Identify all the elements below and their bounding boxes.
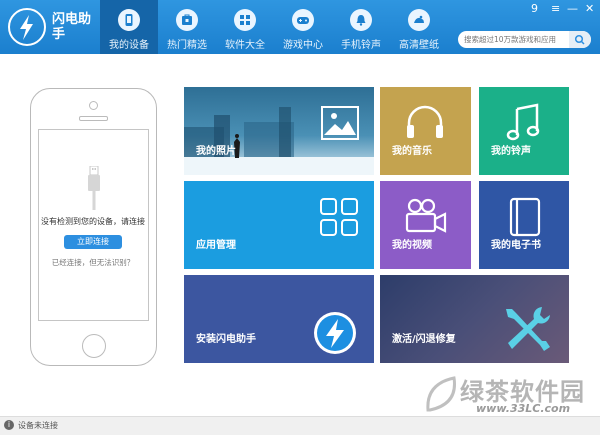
- tile-label: 激活/闪退修复: [392, 334, 456, 345]
- tile-label: 我的照片: [196, 146, 236, 157]
- music-note-icon: [506, 103, 540, 141]
- app-logo-text: 闪电助手: [52, 12, 92, 42]
- badge-count[interactable]: 9: [531, 2, 538, 15]
- nav-label: 游戏中心: [283, 40, 323, 51]
- connect-now-button[interactable]: 立即连接: [64, 235, 122, 249]
- image-icon: [321, 106, 359, 140]
- tile-install-assistant[interactable]: 安装闪电助手: [184, 275, 374, 363]
- wrench-screwdriver-icon: [506, 307, 550, 351]
- search-icon: [574, 34, 585, 45]
- no-device-message: 没有检测到您的设备，请连接: [41, 217, 145, 226]
- tile-my-ebooks[interactable]: 我的电子书: [479, 181, 569, 269]
- wallpaper-icon: [408, 9, 430, 31]
- cannot-recognize-link[interactable]: 已经连接，但无法识别？: [39, 257, 147, 268]
- tile-app-manager[interactable]: 应用管理: [184, 181, 374, 269]
- apps-grid-icon: [320, 198, 358, 236]
- phone-screen: 没有检测到您的设备，请连接 立即连接 已经连接，但无法识别？: [38, 129, 149, 321]
- nav-label: 手机铃声: [341, 40, 381, 51]
- close-button[interactable]: ✕: [585, 2, 594, 15]
- tile-my-music[interactable]: 我的音乐: [380, 87, 471, 175]
- status-bar: i 设备未连接: [0, 416, 600, 435]
- top-bar: 闪电助手 我的设备 热门精选 软件大全 游戏中心 手机铃声 高清壁纸 9 ≡ —…: [0, 0, 600, 54]
- device-phone-illustration: 没有检测到您的设备，请连接 立即连接 已经连接，但无法识别？: [30, 88, 157, 366]
- info-icon: i: [4, 420, 14, 430]
- app-logo: 闪电助手: [8, 8, 98, 48]
- phone-icon: [118, 9, 140, 31]
- leaf-logo-icon: [426, 376, 456, 412]
- nav-label: 我的设备: [109, 40, 149, 51]
- gamepad-icon: [292, 9, 314, 31]
- tile-activation-repair[interactable]: 激活/闪退修复: [380, 275, 569, 363]
- minimize-button[interactable]: —: [567, 2, 578, 15]
- tile-my-ringtones[interactable]: 我的铃声: [479, 87, 569, 175]
- nav-hot-picks[interactable]: 热门精选: [158, 0, 216, 54]
- nav-ringtones[interactable]: 手机铃声: [332, 0, 390, 54]
- search-box: [458, 31, 591, 48]
- nav-label: 软件大全: [225, 40, 265, 51]
- bell-icon: [350, 9, 372, 31]
- search-button[interactable]: [569, 31, 591, 48]
- usb-cable-icon: [88, 166, 100, 210]
- nav-label: 高清壁纸: [399, 40, 439, 51]
- menu-button[interactable]: ≡: [551, 2, 560, 15]
- tile-label: 我的视频: [392, 240, 432, 251]
- tile-my-videos[interactable]: 我的视频: [380, 181, 471, 269]
- phone-camera: [89, 101, 98, 110]
- main-nav: 我的设备 热门精选 软件大全 游戏中心 手机铃声 高清壁纸: [100, 0, 448, 54]
- nav-software[interactable]: 软件大全: [216, 0, 274, 54]
- phone-speaker: [79, 116, 108, 121]
- phone-home-button: [82, 334, 106, 358]
- headphones-icon: [407, 105, 443, 138]
- tile-label: 我的铃声: [491, 146, 531, 157]
- video-camera-icon: [405, 198, 447, 233]
- nav-games[interactable]: 游戏中心: [274, 0, 332, 54]
- nav-my-device[interactable]: 我的设备: [100, 0, 158, 54]
- status-text: 设备未连接: [18, 421, 58, 430]
- apps-grid-icon: [234, 9, 256, 31]
- search-input[interactable]: [464, 33, 569, 46]
- nav-label: 热门精选: [167, 40, 207, 51]
- lightning-logo-icon: [8, 8, 46, 46]
- tile-label: 我的电子书: [491, 240, 541, 251]
- nav-wallpapers[interactable]: 高清壁纸: [390, 0, 448, 54]
- tile-my-photos[interactable]: 我的照片: [184, 87, 374, 175]
- lightning-icon: [314, 312, 356, 354]
- store-icon: [176, 9, 198, 31]
- tile-label: 应用管理: [196, 240, 236, 251]
- tile-label: 安装闪电助手: [196, 334, 256, 345]
- watermark-url: www.33LC.com: [476, 402, 571, 415]
- watermark: 绿茶软件园 www.33LC.com: [424, 372, 594, 416]
- tile-label: 我的音乐: [392, 146, 432, 157]
- ebook-icon: [509, 197, 541, 237]
